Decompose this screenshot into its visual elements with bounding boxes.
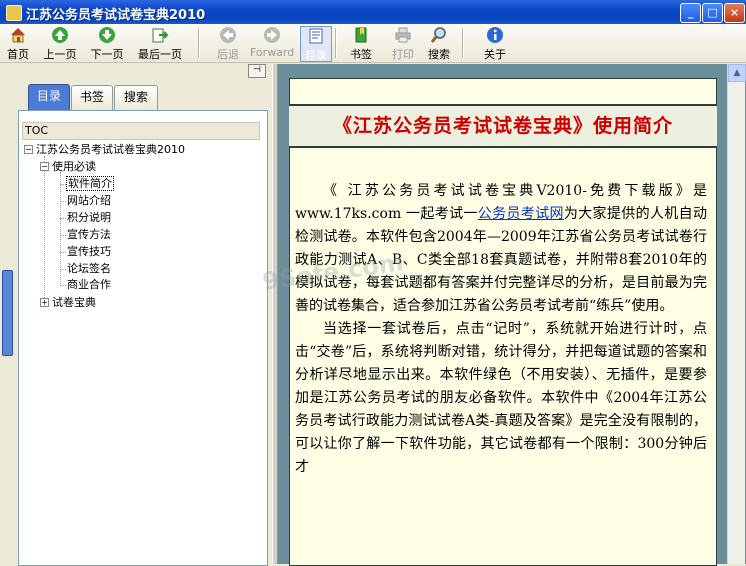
tree-line (60, 252, 66, 253)
document-body: 《 江苏公务员考试试卷宝典V2010-免费下载版》是www.17ks.com 一… (295, 180, 707, 479)
tree-line (60, 235, 66, 236)
tree-line (60, 269, 66, 270)
printer-icon (395, 27, 411, 43)
tree-line (60, 218, 66, 219)
tree-item[interactable]: 宣传方法 (67, 228, 111, 242)
tab-search[interactable]: 搜索 (114, 85, 158, 110)
tree-item[interactable]: 积分说明 (67, 211, 111, 225)
scroll-up-icon[interactable]: ▲ (728, 64, 746, 82)
paragraph: 《 江苏公务员考试试卷宝典V2010-免费下载版》是www.17ks.com 一… (295, 183, 707, 314)
tree-item[interactable]: 论坛签名 (67, 262, 111, 276)
toolbar: 首页 上一页 下一页 最后一页 后退 Forward 目录 书签 打印 搜索 关… (0, 24, 746, 63)
print-button[interactable]: 打印 (388, 26, 418, 61)
tree-expander[interactable]: − (24, 145, 33, 154)
tree-line (60, 285, 66, 286)
last-page-button[interactable]: 最后一页 (134, 26, 186, 61)
tree-line (60, 201, 66, 202)
back-button[interactable]: 后退 (208, 26, 248, 61)
tree-item[interactable]: 软件简介 (66, 176, 114, 191)
tree-expander[interactable]: + (40, 298, 49, 307)
vertical-scrollbar[interactable]: ▲ (727, 64, 746, 564)
tree-item[interactable]: 宣传技巧 (67, 245, 111, 259)
toc-toggle-button[interactable]: 目录 (300, 26, 332, 62)
toolbar-separator (198, 28, 200, 58)
close-button[interactable]: × (724, 3, 745, 23)
document-heading: 《江苏公务员考试试卷宝典》使用简介 (289, 104, 717, 148)
forward-button[interactable]: Forward (250, 26, 294, 60)
info-icon (487, 27, 503, 43)
home-button[interactable]: 首页 (4, 26, 32, 61)
maximize-button[interactable]: □ (702, 3, 723, 23)
toolbar-separator (335, 28, 337, 58)
app-icon (6, 5, 22, 21)
pin-icon[interactable]: ⊣ (248, 64, 266, 78)
prev-page-button[interactable]: 上一页 (40, 26, 80, 61)
window-title: 江苏公务员考试试卷宝典2010 (26, 8, 206, 23)
arrow-up-icon (52, 27, 68, 43)
tree-item[interactable]: 网站介绍 (67, 194, 111, 208)
home-icon (11, 28, 25, 43)
exam-site-link[interactable]: 公务员考试网 (478, 206, 564, 222)
tree-expander[interactable]: − (40, 162, 49, 171)
arrow-down-icon (99, 27, 115, 43)
bookmark-button[interactable]: 书签 (340, 26, 382, 61)
tree-line (60, 172, 61, 284)
title-bar: 江苏公务员考试试卷宝典2010 _ □ × (0, 0, 746, 24)
tree-line (44, 156, 45, 302)
tree-root[interactable]: 江苏公务员考试试卷宝典2010 (36, 143, 185, 157)
tab-toc[interactable]: 目录 (28, 84, 70, 111)
forward-arrow-icon (264, 27, 280, 43)
tree-item[interactable]: 商业合作 (67, 278, 111, 292)
back-arrow-icon (220, 27, 236, 43)
search-button[interactable]: 搜索 (424, 26, 454, 61)
toc-icon (309, 28, 323, 44)
last-page-icon (152, 28, 169, 43)
tab-bookmarks[interactable]: 书签 (71, 85, 113, 110)
next-page-button[interactable]: 下一页 (87, 26, 127, 61)
paragraph: 当选择一套试卷后，点击“记时”，系统就开始进行计时，点击“交卷”后，系统将判断对… (295, 321, 707, 475)
bookmark-icon (355, 27, 367, 43)
toc-tree (18, 110, 268, 566)
tree-item-section[interactable]: 使用必读 (52, 160, 96, 174)
search-icon (430, 27, 446, 43)
about-button[interactable]: 关于 (480, 26, 510, 61)
pane-collapse-grip[interactable] (2, 270, 13, 356)
minimize-button[interactable]: _ (680, 3, 701, 23)
tree-item-section[interactable]: 试卷宝典 (52, 296, 96, 310)
toolbar-separator (462, 28, 464, 58)
toc-header: TOC (22, 122, 260, 140)
